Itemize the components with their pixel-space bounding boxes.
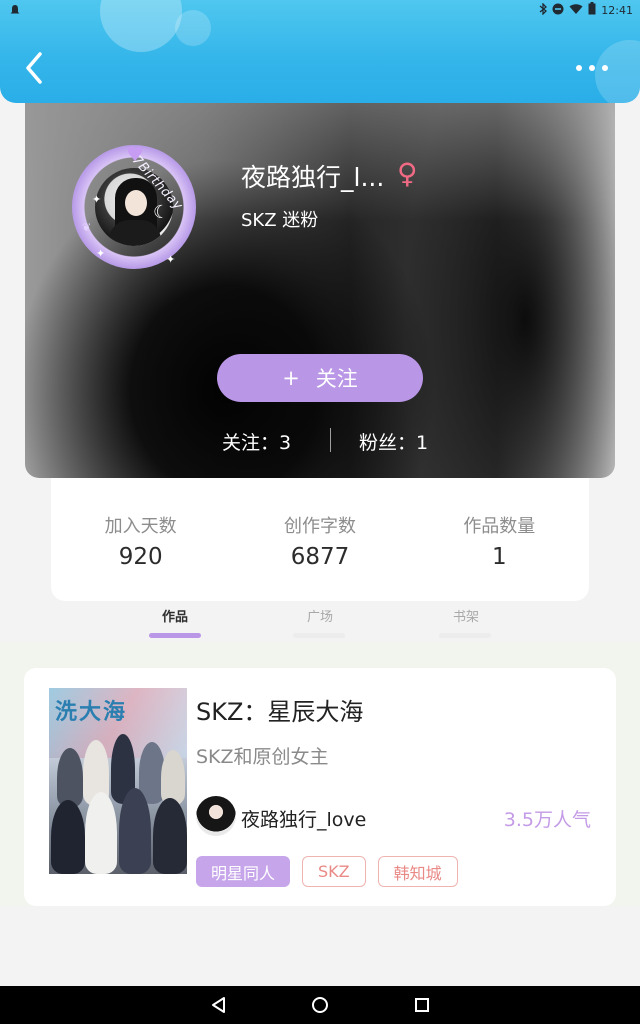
author-name[interactable]: 夜路独行_love <box>241 805 366 832</box>
cover-graffiti-icon: 洗大海 <box>55 700 128 725</box>
stat-value: 1 <box>492 544 507 570</box>
stat-label: 加入天数 <box>104 516 177 537</box>
tab-indicator <box>293 633 345 638</box>
female-gender-icon: ♀ <box>397 157 418 190</box>
profile-nickname: 夜路独行_l... <box>241 163 385 192</box>
stat-word-count: 创作字数 6877 <box>230 478 409 601</box>
tab-bookshelf[interactable]: 书架 <box>453 606 479 625</box>
follow-button[interactable]: + 关注 <box>217 354 423 402</box>
work-card[interactable]: 洗大海 SKZ：星辰大海 SKZ和原创女主 夜路独行_love 3.5万人气 明… <box>24 668 616 906</box>
work-cover-image[interactable]: 洗大海 <box>49 688 187 874</box>
profile-screen: 12:41 ♥ 7Birthday ☾ ✦ ✦ ✦ ❦ 夜路独行_l... ♀ … <box>0 0 640 1024</box>
tag-celebrity-fanfic[interactable]: 明星同人 <box>196 856 291 887</box>
stat-label: 作品数量 <box>463 516 536 537</box>
wifi-icon <box>569 3 583 18</box>
battery-icon <box>588 2 596 18</box>
follow-counts: 关注：3 粉丝：1 <box>25 424 615 456</box>
tab-works[interactable]: 作品 <box>162 606 188 625</box>
work-title: SKZ：星辰大海 <box>196 698 364 726</box>
stat-join-days: 加入天数 920 <box>51 478 230 601</box>
recents-square-icon[interactable] <box>411 994 433 1016</box>
content-tabs: 作品 广场 书架 <box>0 598 640 642</box>
do-not-disturb-icon <box>552 3 564 18</box>
bluetooth-icon <box>539 1 548 18</box>
more-dots-icon <box>576 65 582 71</box>
chevron-left-icon <box>26 52 42 84</box>
more-dots-icon <box>589 65 595 71</box>
plus-icon: + <box>282 366 300 390</box>
works-list: 洗大海 SKZ：星辰大海 SKZ和原创女主 夜路独行_love 3.5万人气 明… <box>0 642 640 906</box>
sparkle-icon: ✦ <box>166 253 176 266</box>
work-description: SKZ和原创女主 <box>196 746 329 768</box>
stat-value: 920 <box>118 544 163 570</box>
following-count[interactable]: 关注：3 <box>222 428 291 455</box>
status-icons: 12:41 <box>539 1 633 18</box>
notification-icon <box>10 5 20 14</box>
tab-square[interactable]: 广场 <box>307 606 333 625</box>
fans-count[interactable]: 粉丝：1 <box>359 428 428 455</box>
tag-skz[interactable]: SKZ <box>302 856 366 887</box>
sparkle-icon: ✦ <box>92 193 102 206</box>
stats-card: 加入天数 920 创作字数 6877 作品数量 1 <box>51 478 589 601</box>
top-header: 12:41 <box>0 0 640 103</box>
tag-han-jisung[interactable]: 韩知城 <box>377 856 458 887</box>
butterfly-icon: ❦ <box>82 221 92 234</box>
system-nav-bar <box>0 986 640 1024</box>
home-circle-icon[interactable] <box>309 994 331 1016</box>
avatar[interactable]: ♥ 7Birthday ☾ ✦ ✦ ✦ ❦ <box>70 135 200 275</box>
status-bar: 12:41 <box>0 0 640 20</box>
back-button[interactable] <box>18 48 52 88</box>
author-avatar[interactable] <box>196 796 236 836</box>
tab-indicator <box>439 633 491 638</box>
stat-value: 6877 <box>290 544 350 570</box>
more-button[interactable] <box>576 58 616 78</box>
moon-icon: ☾ <box>153 202 170 223</box>
status-time: 12:41 <box>601 3 633 17</box>
stat-label: 创作字数 <box>283 516 356 537</box>
tab-indicator-active <box>149 633 201 638</box>
follow-button-label: 关注 <box>315 367 358 391</box>
work-popularity: 3.5万人气 <box>503 809 591 831</box>
work-tags: 明星同人 SKZ 韩知城 <box>196 856 458 887</box>
count-divider <box>330 428 331 452</box>
sparkle-icon: ✦ <box>96 247 106 260</box>
back-triangle-icon[interactable] <box>208 994 230 1016</box>
profile-hero: ♥ 7Birthday ☾ ✦ ✦ ✦ ❦ 夜路独行_l... ♀ SKZ 迷粉… <box>25 100 615 478</box>
profile-fan-label: SKZ 迷粉 <box>241 210 319 231</box>
stat-work-count: 作品数量 1 <box>410 478 589 601</box>
more-dots-icon <box>602 65 608 71</box>
